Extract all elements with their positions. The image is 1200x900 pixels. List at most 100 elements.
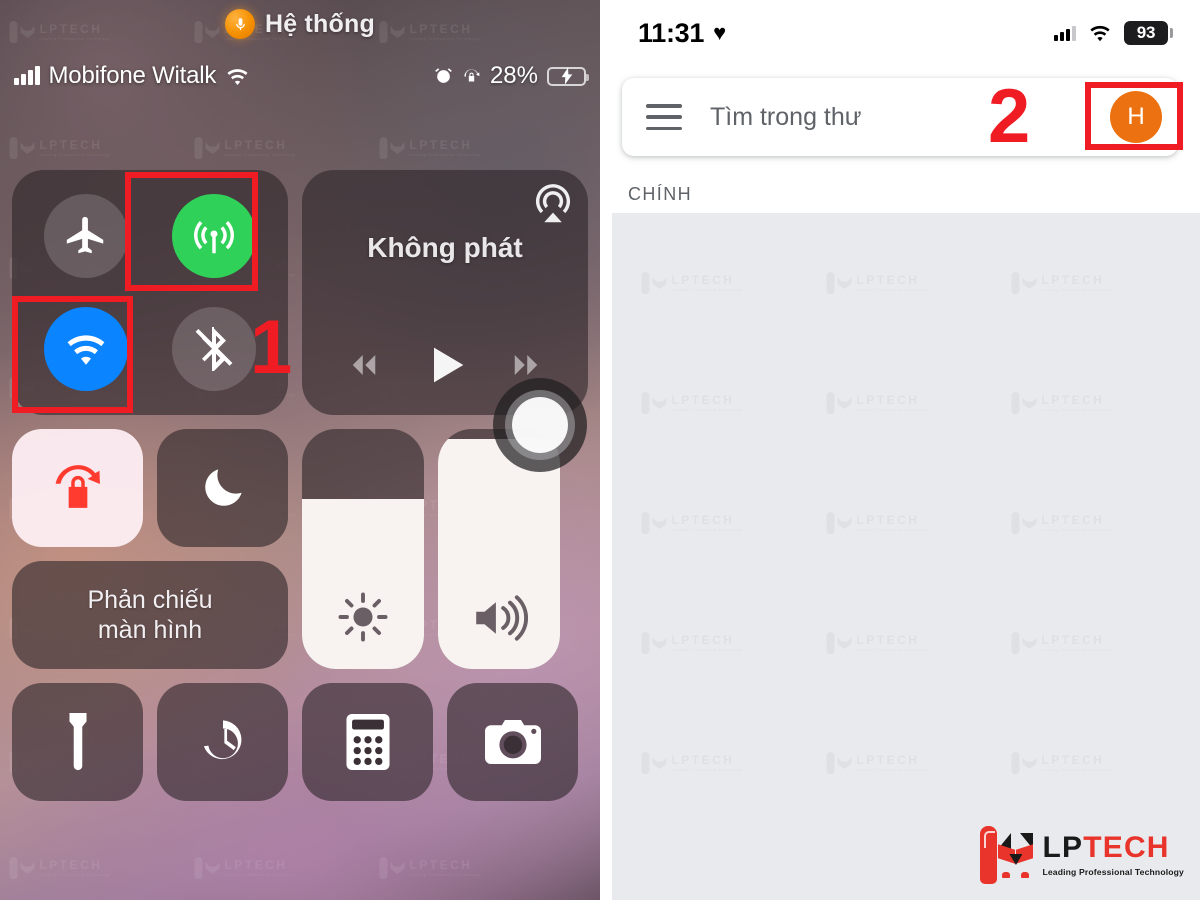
moon-icon [204, 469, 242, 506]
do-not-disturb-tile[interactable] [157, 429, 288, 547]
watermark-text: LPTECH [856, 633, 920, 647]
microphone-icon [225, 9, 256, 39]
watermark-subtext: Leading Professional Technology [856, 407, 928, 412]
watermark-subtext: Leading Professional Technology [856, 767, 928, 772]
watermark-subtext: Leading Professional Technology [856, 287, 928, 292]
watermark-text: LPTECH [39, 858, 103, 872]
timer-icon [203, 720, 241, 760]
airplay-icon[interactable] [532, 182, 574, 229]
watermark-subtext: Leading Professional Technology [856, 647, 928, 652]
watermark-subtext: Leading Professional Technology [1041, 287, 1113, 292]
watermark-text: LPTECH [224, 138, 288, 152]
lptech-watermark-icon [9, 855, 35, 881]
cellular-signal-icon [14, 66, 40, 85]
watermark-text: LPTECH [856, 393, 920, 407]
calculator-tile[interactable] [302, 683, 433, 801]
lptech-watermark-icon [194, 855, 220, 881]
watermark-subtext: Leading Professional Technology [671, 527, 743, 532]
siri-system-indicator: Hệ thống [0, 4, 600, 44]
avatar[interactable]: H [1110, 91, 1162, 143]
lptech-watermark-icon [194, 135, 220, 161]
step-number-2: 2 [988, 74, 1031, 159]
watermark-text: LPTECH [224, 858, 288, 872]
watermark-text: LPTECH [1041, 633, 1105, 647]
watermark-text: LPTECH [671, 753, 735, 767]
lptech-watermark-icon [826, 390, 852, 416]
siri-system-label: Hệ thống [265, 9, 375, 38]
alarm-clock-icon [434, 67, 453, 86]
lptech-watermark-icon [9, 135, 35, 161]
brightness-slider-fill [302, 498, 424, 669]
ios-control-center-panel: LPTECH Leading Professional Technology LP… [0, 0, 600, 900]
lptech-watermark-icon [1011, 390, 1037, 416]
rotation-lock-icon [462, 67, 481, 86]
status-bar-right: 28% [434, 62, 589, 90]
wifi-icon [225, 67, 250, 86]
watermark-text: LPTECH [409, 138, 473, 152]
wifi-icon [1088, 24, 1112, 42]
step-number-1: 1 [250, 305, 293, 390]
cellular-signal-icon [1054, 25, 1076, 41]
watermark-subtext: Leading Professional Technology [224, 152, 296, 157]
fast-forward-icon[interactable] [506, 352, 546, 378]
watermark-text: LPTECH [671, 393, 735, 407]
lptech-watermark-icon [641, 390, 667, 416]
flashlight-icon [68, 713, 87, 771]
lptech-logo-icon [978, 824, 1034, 886]
lptech-watermark-icon [826, 750, 852, 776]
lptech-watermark-icon [641, 750, 667, 776]
wifi-toggle[interactable] [44, 306, 128, 391]
rotation-lock-tile[interactable] [12, 429, 143, 547]
watermark-subtext: Leading Professional Technology [224, 872, 296, 877]
play-icon[interactable] [423, 343, 467, 387]
lptech-watermark-icon [1011, 630, 1037, 656]
carrier-name: Mobifone Witalk [48, 62, 217, 89]
camera-tile[interactable] [447, 683, 578, 801]
lptech-watermark-icon [641, 630, 667, 656]
bluetooth-toggle[interactable] [172, 306, 256, 391]
watermark-text: LPTECH [856, 753, 920, 767]
watermark-text: LPTECH [671, 273, 735, 287]
camera-icon [484, 720, 541, 764]
calculator-icon [345, 714, 390, 770]
ios-status-bar: Mobifone Witalk 28% [0, 56, 600, 96]
connectivity-module [12, 170, 288, 415]
lptech-watermark-icon [826, 630, 852, 656]
lptech-logo-tagline: Leading Professional Technology [1042, 867, 1184, 877]
hamburger-menu-icon[interactable] [646, 104, 682, 130]
battery-percent: 93 [1136, 23, 1156, 42]
watermark-subtext: Leading Professional Technology [671, 287, 743, 292]
screenshot-root: LPTECH Leading Professional Technology LP… [0, 0, 1200, 900]
cellular-data-toggle[interactable] [172, 194, 256, 279]
lptech-watermark-icon [826, 270, 852, 296]
control-center-row-1: Không phát [12, 170, 588, 415]
search-input[interactable] [710, 102, 1100, 132]
watermark-text: LPTECH [1041, 273, 1105, 287]
status-bar-right: 93 [1054, 21, 1173, 45]
airplane-mode-toggle[interactable] [44, 194, 128, 279]
bluetooth-off-icon [195, 326, 233, 371]
watermark-subtext: Leading Professional Technology [1041, 407, 1113, 412]
watermark-subtext: Leading Professional Technology [39, 872, 111, 877]
lptech-watermark-icon [826, 510, 852, 536]
battery-percent: 28% [489, 62, 538, 89]
rewind-icon[interactable] [344, 352, 384, 378]
flashlight-tile[interactable] [12, 683, 143, 801]
lptech-watermark-icon [379, 855, 405, 881]
watermark-subtext: Leading Professional Technology [1041, 767, 1113, 772]
timer-tile[interactable] [157, 683, 288, 801]
gmail-search-bar[interactable]: H [622, 78, 1178, 156]
lptech-watermark-icon [1011, 510, 1037, 536]
screen-mirroring-tile[interactable]: Phản chiếu màn hình [12, 561, 288, 669]
lptech-logo-name: LPTECH [1042, 831, 1170, 864]
wifi-icon [67, 335, 105, 365]
assistive-touch-icon[interactable] [493, 378, 587, 472]
brightness-slider[interactable] [302, 429, 424, 669]
watermark-subtext: Leading Professional Technology [671, 767, 743, 772]
volume-up-icon [438, 593, 560, 643]
watermark-subtext: Leading Professional Technology [671, 407, 743, 412]
gmail-status-bar: 11:31 ♥ 93 [600, 0, 1200, 66]
watermark-subtext: Leading Professional Technology [1041, 527, 1113, 532]
battery-icon [547, 66, 589, 86]
mail-list-placeholder: LPTECH Leading Professional Technology LP… [612, 213, 1200, 900]
